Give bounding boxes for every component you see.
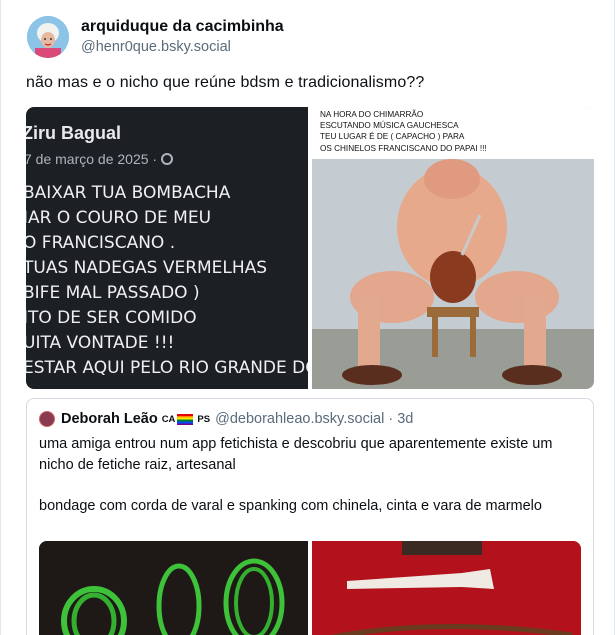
post-image-grid: Ziru Bagual 7 de março de 2025 · BAIXAR … — [26, 107, 594, 389]
quoted-post-text: uma amiga entrou num app fetichista e de… — [39, 434, 579, 516]
author-handle[interactable]: @henr0que.bsky.social — [81, 38, 284, 57]
post-image-screenshot[interactable]: Ziru Bagual 7 de março de 2025 · BAIXAR … — [26, 107, 308, 389]
quoted-image-ropes[interactable] — [39, 541, 308, 635]
post-text: não mas e o nicho que reúne bdsm e tradi… — [26, 74, 425, 91]
image-text-line: UITA VONTADE !!! — [26, 333, 175, 353]
quoted-paragraph: uma amiga entrou num app fetichista e de… — [39, 436, 553, 473]
globe-icon — [160, 153, 173, 165]
rainbow-flag-icon — [177, 413, 194, 425]
meme-caption: NA HORA DO CHIMARRÃO ESCUTANDO MÚSICA GA… — [312, 107, 594, 159]
quoted-paragraph: bondage com corda de varal e spanking co… — [39, 497, 542, 514]
post-card[interactable]: arquiduque da cacimbinha @henr0que.bsky.… — [0, 0, 615, 635]
image-post-date: 7 de março de 2025 · — [26, 151, 173, 167]
quoted-avatar[interactable] — [39, 411, 55, 427]
quoted-post-header: Deborah Leão CA PS @deborahleao.bsky.soc… — [39, 411, 413, 427]
image-text-line: ITO DE SER COMIDO — [26, 308, 197, 328]
image-post-date-text: 7 de março de 2025 · — [26, 151, 161, 167]
quoted-image-grid — [39, 541, 581, 635]
image-text-line: BIFE MAL PASSADO ) — [26, 283, 200, 303]
image-text-line: ESTAR AQUI PELO RIO GRANDE DO — [26, 358, 308, 378]
meme-caption-line: TEU LUGAR É DE ( CAPACHO ) PARA — [320, 132, 465, 142]
quoted-author-name[interactable]: Deborah Leão — [61, 411, 158, 427]
meme-caption-line: ESCUTANDO MÚSICA GAUCHESCA — [320, 121, 459, 131]
image-text-line: IAR O COURO DE MEU — [26, 208, 212, 228]
image-text-line: BAIXAR TUA BOMBACHA — [26, 183, 231, 203]
quoted-post[interactable]: Deborah Leão CA PS @deborahleao.bsky.soc… — [26, 398, 594, 635]
post-header: arquiduque da cacimbinha @henr0que.bsky.… — [27, 16, 284, 58]
quoted-tag-a: CA — [161, 413, 176, 425]
image-text-line: TUAS NADEGAS VERMELHAS — [26, 258, 268, 278]
quoted-image-slipper[interactable] — [312, 541, 581, 635]
author-display-name[interactable]: arquiduque da cacimbinha — [81, 17, 284, 37]
image-author-name: Ziru Bagual — [26, 123, 122, 143]
quoted-author-handle[interactable]: @deborahleao.bsky.social · 3d — [215, 411, 413, 427]
avatar[interactable] — [27, 16, 69, 58]
author-block[interactable]: arquiduque da cacimbinha @henr0que.bsky.… — [81, 17, 284, 57]
post-image-meme[interactable]: NA HORA DO CHIMARRÃO ESCUTANDO MÚSICA GA… — [312, 107, 594, 389]
image-text-line: O FRANCISCANO . — [26, 233, 176, 253]
image-text-lines: BAIXAR TUA BOMBACHA IAR O COURO DE MEU O… — [26, 181, 308, 381]
quoted-tag-b: PS — [197, 413, 211, 425]
meme-caption-line: OS CHINELOS FRANCISCANO DO PAPAI !!! — [320, 143, 487, 153]
meme-caption-line: NA HORA DO CHIMARRÃO — [320, 110, 424, 119]
